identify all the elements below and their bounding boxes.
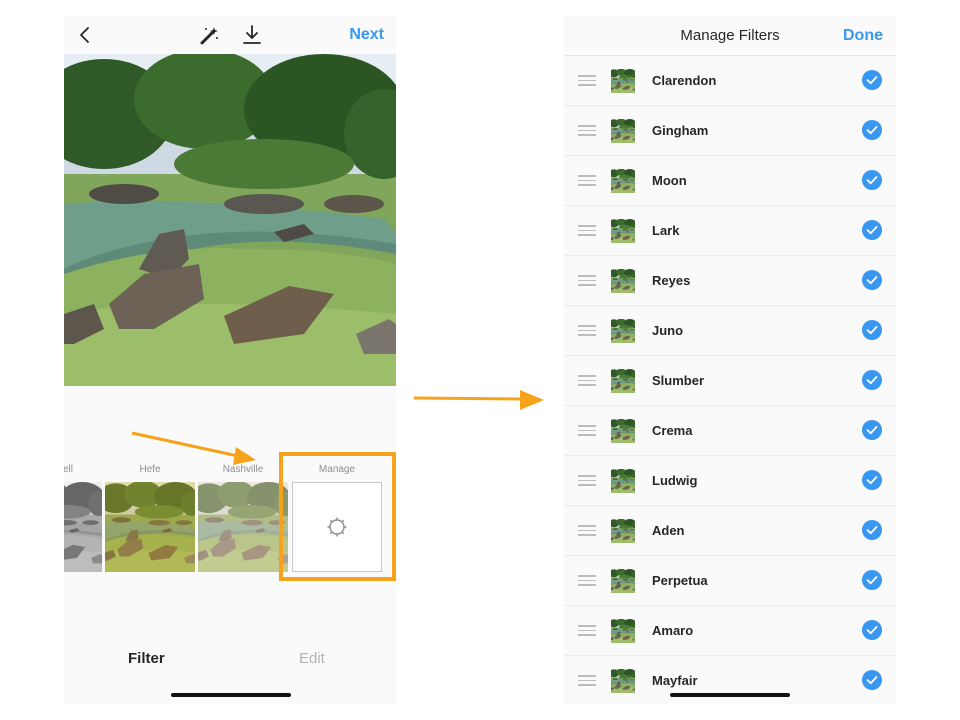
drag-handle-icon[interactable] <box>578 525 596 536</box>
filter-name-partial: ell <box>64 464 73 475</box>
filter-thumbnail <box>611 469 635 493</box>
list-item[interactable]: Juno <box>564 306 896 356</box>
drag-handle-icon[interactable] <box>578 325 596 336</box>
next-button[interactable]: Next <box>349 26 384 44</box>
checkmark-icon[interactable] <box>862 70 882 90</box>
filter-label: Ludwig <box>652 473 698 488</box>
checkmark-icon[interactable] <box>862 420 882 440</box>
home-indicator <box>670 693 790 697</box>
drag-handle-icon[interactable] <box>578 375 596 386</box>
filter-label: Mayfair <box>652 673 698 688</box>
drag-handle-icon[interactable] <box>578 575 596 586</box>
checkmark-icon[interactable] <box>862 470 882 490</box>
list-item[interactable]: Ludwig <box>564 456 896 506</box>
drag-handle-icon[interactable] <box>578 425 596 436</box>
download-icon[interactable] <box>240 23 264 47</box>
filter-thumbnail <box>611 569 635 593</box>
editor-header: Next <box>64 16 396 54</box>
checkmark-icon[interactable] <box>862 320 882 340</box>
drag-handle-icon[interactable] <box>578 75 596 86</box>
list-item[interactable]: Reyes <box>564 256 896 306</box>
filter-thumb-partial[interactable] <box>64 482 102 572</box>
checkmark-icon[interactable] <box>862 270 882 290</box>
filter-thumbnail <box>611 219 635 243</box>
drag-handle-icon[interactable] <box>578 125 596 136</box>
list-item[interactable]: Aden <box>564 506 896 556</box>
filter-thumbnail <box>611 169 635 193</box>
drag-handle-icon[interactable] <box>578 625 596 636</box>
done-button[interactable]: Done <box>843 27 883 45</box>
filter-label: Amaro <box>652 623 694 638</box>
right-arrow <box>413 390 544 410</box>
photo-editor-screen: Next ell Hefe Nashville Manage Filter Ed… <box>64 16 396 704</box>
magic-wand-icon[interactable] <box>197 24 221 48</box>
filter-thumbnail <box>611 369 635 393</box>
filter-label: Aden <box>652 523 685 538</box>
checkmark-icon[interactable] <box>862 520 882 540</box>
filter-thumb-nashville[interactable] <box>198 482 288 572</box>
filter-name-nashville: Nashville <box>222 464 264 475</box>
filter-label: Crema <box>652 423 693 438</box>
checkmark-icon[interactable] <box>862 370 882 390</box>
chevron-left-icon[interactable] <box>74 24 96 46</box>
list-item[interactable]: Moon <box>564 156 896 206</box>
filter-name-hefe: Hefe <box>139 464 161 475</box>
drag-handle-icon[interactable] <box>578 225 596 236</box>
checkmark-icon[interactable] <box>862 170 882 190</box>
list-item[interactable]: Perpetua <box>564 556 896 606</box>
checkmark-icon[interactable] <box>862 570 882 590</box>
drag-handle-icon[interactable] <box>578 675 596 686</box>
list-item[interactable]: Clarendon <box>564 56 896 106</box>
filter-label: Reyes <box>652 273 691 288</box>
checkmark-icon[interactable] <box>862 670 882 690</box>
list-item[interactable]: Crema <box>564 406 896 456</box>
filter-label: Clarendon <box>652 73 717 88</box>
highlight-box <box>279 452 396 581</box>
filter-label: Lark <box>652 223 680 238</box>
filter-thumb-hefe[interactable] <box>105 482 195 572</box>
list-item[interactable]: Slumber <box>564 356 896 406</box>
filter-thumbnail <box>611 319 635 343</box>
filter-thumbnail <box>611 519 635 543</box>
manage-filters-screen: Manage Filters Done Clarendon Gingham Moon… <box>564 16 896 704</box>
checkmark-icon[interactable] <box>862 120 882 140</box>
filter-thumbnail <box>611 669 635 693</box>
drag-handle-icon[interactable] <box>578 475 596 486</box>
list-item[interactable]: Amaro <box>564 606 896 656</box>
filter-thumbnail <box>611 619 635 643</box>
drag-handle-icon[interactable] <box>578 275 596 286</box>
tab-filter[interactable]: Filter <box>128 650 165 667</box>
photo-preview <box>64 54 396 386</box>
filter-thumbnail <box>611 69 635 93</box>
filter-thumbnail <box>611 119 635 143</box>
filter-label: Gingham <box>652 123 709 138</box>
manage-filters-header: Manage Filters Done <box>564 16 896 56</box>
filter-label: Perpetua <box>652 573 708 588</box>
filter-label: Juno <box>652 323 684 338</box>
checkmark-icon[interactable] <box>862 220 882 240</box>
checkmark-icon[interactable] <box>862 620 882 640</box>
tab-edit[interactable]: Edit <box>299 650 325 667</box>
filter-label: Slumber <box>652 373 705 388</box>
filter-list: Clarendon Gingham Moon Lark Reyes Juno Slumber… <box>564 56 896 704</box>
filter-label: Moon <box>652 173 687 188</box>
filter-thumbnail <box>611 269 635 293</box>
filter-thumbnail <box>611 419 635 443</box>
list-item[interactable]: Gingham <box>564 106 896 156</box>
drag-handle-icon[interactable] <box>578 175 596 186</box>
list-item[interactable]: Lark <box>564 206 896 256</box>
home-indicator <box>171 693 291 697</box>
